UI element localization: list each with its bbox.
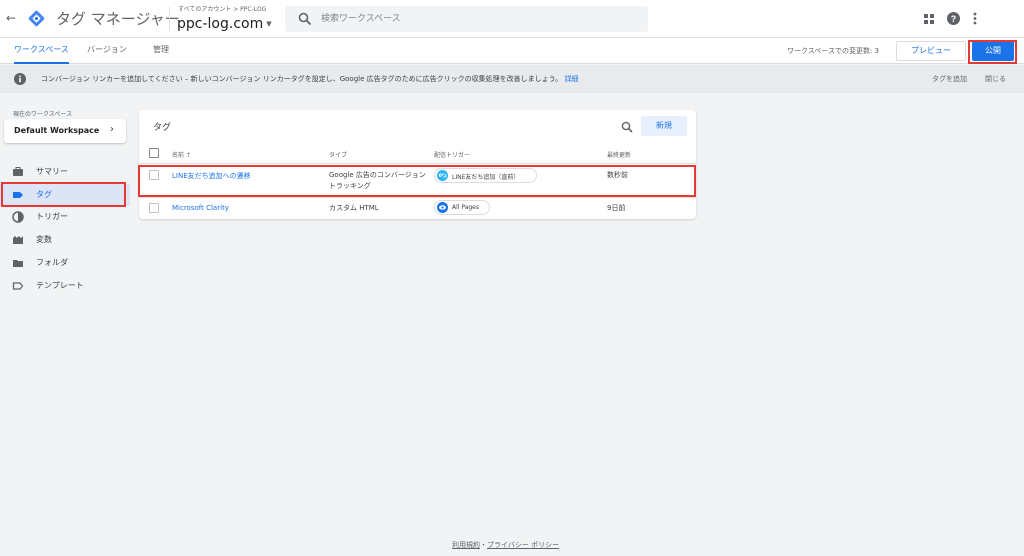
close-notice-link[interactable]: 閉じる [985,74,1006,84]
column-header-type[interactable]: タイプ [329,150,347,159]
divider [169,7,170,31]
notice-text: コンバージョン リンカーを追加してください – 新しいコンバージョン リンカータ… [41,75,563,83]
chevron-right-icon: › [110,124,114,135]
tag-type: カスタム HTML [329,204,379,212]
preview-button[interactable]: プレビュー [896,41,966,61]
workspace-changes-count: ワークスペースでの変更数: 3 [787,47,879,55]
terms-link[interactable]: 利用規約 [452,541,480,549]
trigger-icon [12,211,24,223]
tab-bar: ワークスペース バージョン 管理 ワークスペースでの変更数: 3 プレビュー 公… [0,38,1024,64]
sidebar-item-label: テンプレート [36,281,84,290]
row-checkbox[interactable] [149,203,159,213]
privacy-policy-link[interactable]: プライバシー ポリシー [487,541,559,549]
svg-text:?: ? [951,14,957,24]
variable-icon [13,236,23,244]
notice-message: コンバージョン リンカーを追加してください – 新しいコンバージョン リンカータ… [41,74,578,84]
notice-details-link[interactable]: 詳細 [564,75,578,83]
footer-separator: ・ [480,541,487,549]
workspace-search-input[interactable]: 検索ワークスペース [285,6,648,32]
template-icon [12,282,24,290]
tab-admin[interactable]: 管理 [153,38,169,64]
row-highlight-box [138,165,696,197]
notification-banner: コンバージョン リンカーを追加してください – 新しいコンバージョン リンカータ… [0,65,1024,93]
sidebar-item-templates[interactable]: テンプレート [0,275,130,297]
search-icon[interactable] [621,121,633,133]
sidebar-item-label: フォルダ [36,258,68,267]
trigger-chip[interactable]: All Pages [434,200,490,215]
column-header-trigger[interactable]: 配信トリガー [434,150,470,159]
account-breadcrumb[interactable]: すべてのアカウント > PPC-LOG [178,6,266,14]
back-arrow-icon[interactable]: ← [5,11,17,25]
caret-down-icon: ▼ [266,20,272,28]
tab-versions[interactable]: バージョン [87,38,127,64]
last-updated: 9日前 [607,204,626,212]
product-name: タグ マネージャー [56,10,180,28]
card-title: タグ [153,123,172,133]
workspace-selector[interactable]: Default Workspace › [4,119,126,143]
sidebar-item-triggers[interactable]: トリガー [0,206,130,228]
container-name: ppc-log.com [177,16,264,32]
top-app-bar: ← タグ マネージャー すべてのアカウント > PPC-LOG ppc-log.… [0,0,1024,38]
column-header-updated[interactable]: 最終更新 [607,150,631,159]
sidebar-item-variables[interactable]: 変数 [0,229,130,251]
help-icon[interactable]: ? [946,11,961,26]
divider [139,163,696,164]
search-icon [298,12,312,26]
tags-highlight-box [1,182,126,207]
sidebar-item-label: 変数 [36,235,52,244]
page-view-eye-icon [437,202,448,213]
new-tag-button[interactable]: 新規 [641,116,687,136]
add-tag-link[interactable]: タグを追加 [932,74,967,84]
tab-workspace[interactable]: ワークスペース [14,38,69,64]
workspace-name: Default Workspace [14,126,100,135]
container-selector[interactable]: ppc-log.com ▼ [177,15,272,33]
briefcase-icon [13,167,23,176]
trigger-chip-label: All Pages [452,204,479,211]
tag-name-link[interactable]: Microsoft Clarity [172,204,229,212]
search-placeholder: 検索ワークスペース [321,14,401,24]
sidebar-item-label: サマリー [36,167,68,176]
tag-manager-logo-icon [28,10,45,27]
column-header-name[interactable]: 名前 ↑ [172,150,191,159]
footer: 利用規約・プライバシー ポリシー [452,540,559,550]
sidebar-item-label: トリガー [36,212,68,221]
sidebar-item-overview[interactable]: サマリー [0,161,130,183]
select-all-checkbox[interactable] [149,148,159,158]
info-icon [14,73,26,85]
current-workspace-label: 現在のワークスペース [13,111,73,118]
divider [139,197,696,198]
sidebar-item-folders[interactable]: フォルダ [0,252,130,274]
apps-grid-icon[interactable] [922,12,936,26]
folder-icon [13,260,23,267]
more-vert-icon[interactable] [970,11,980,26]
publish-highlight-box [968,40,1017,64]
